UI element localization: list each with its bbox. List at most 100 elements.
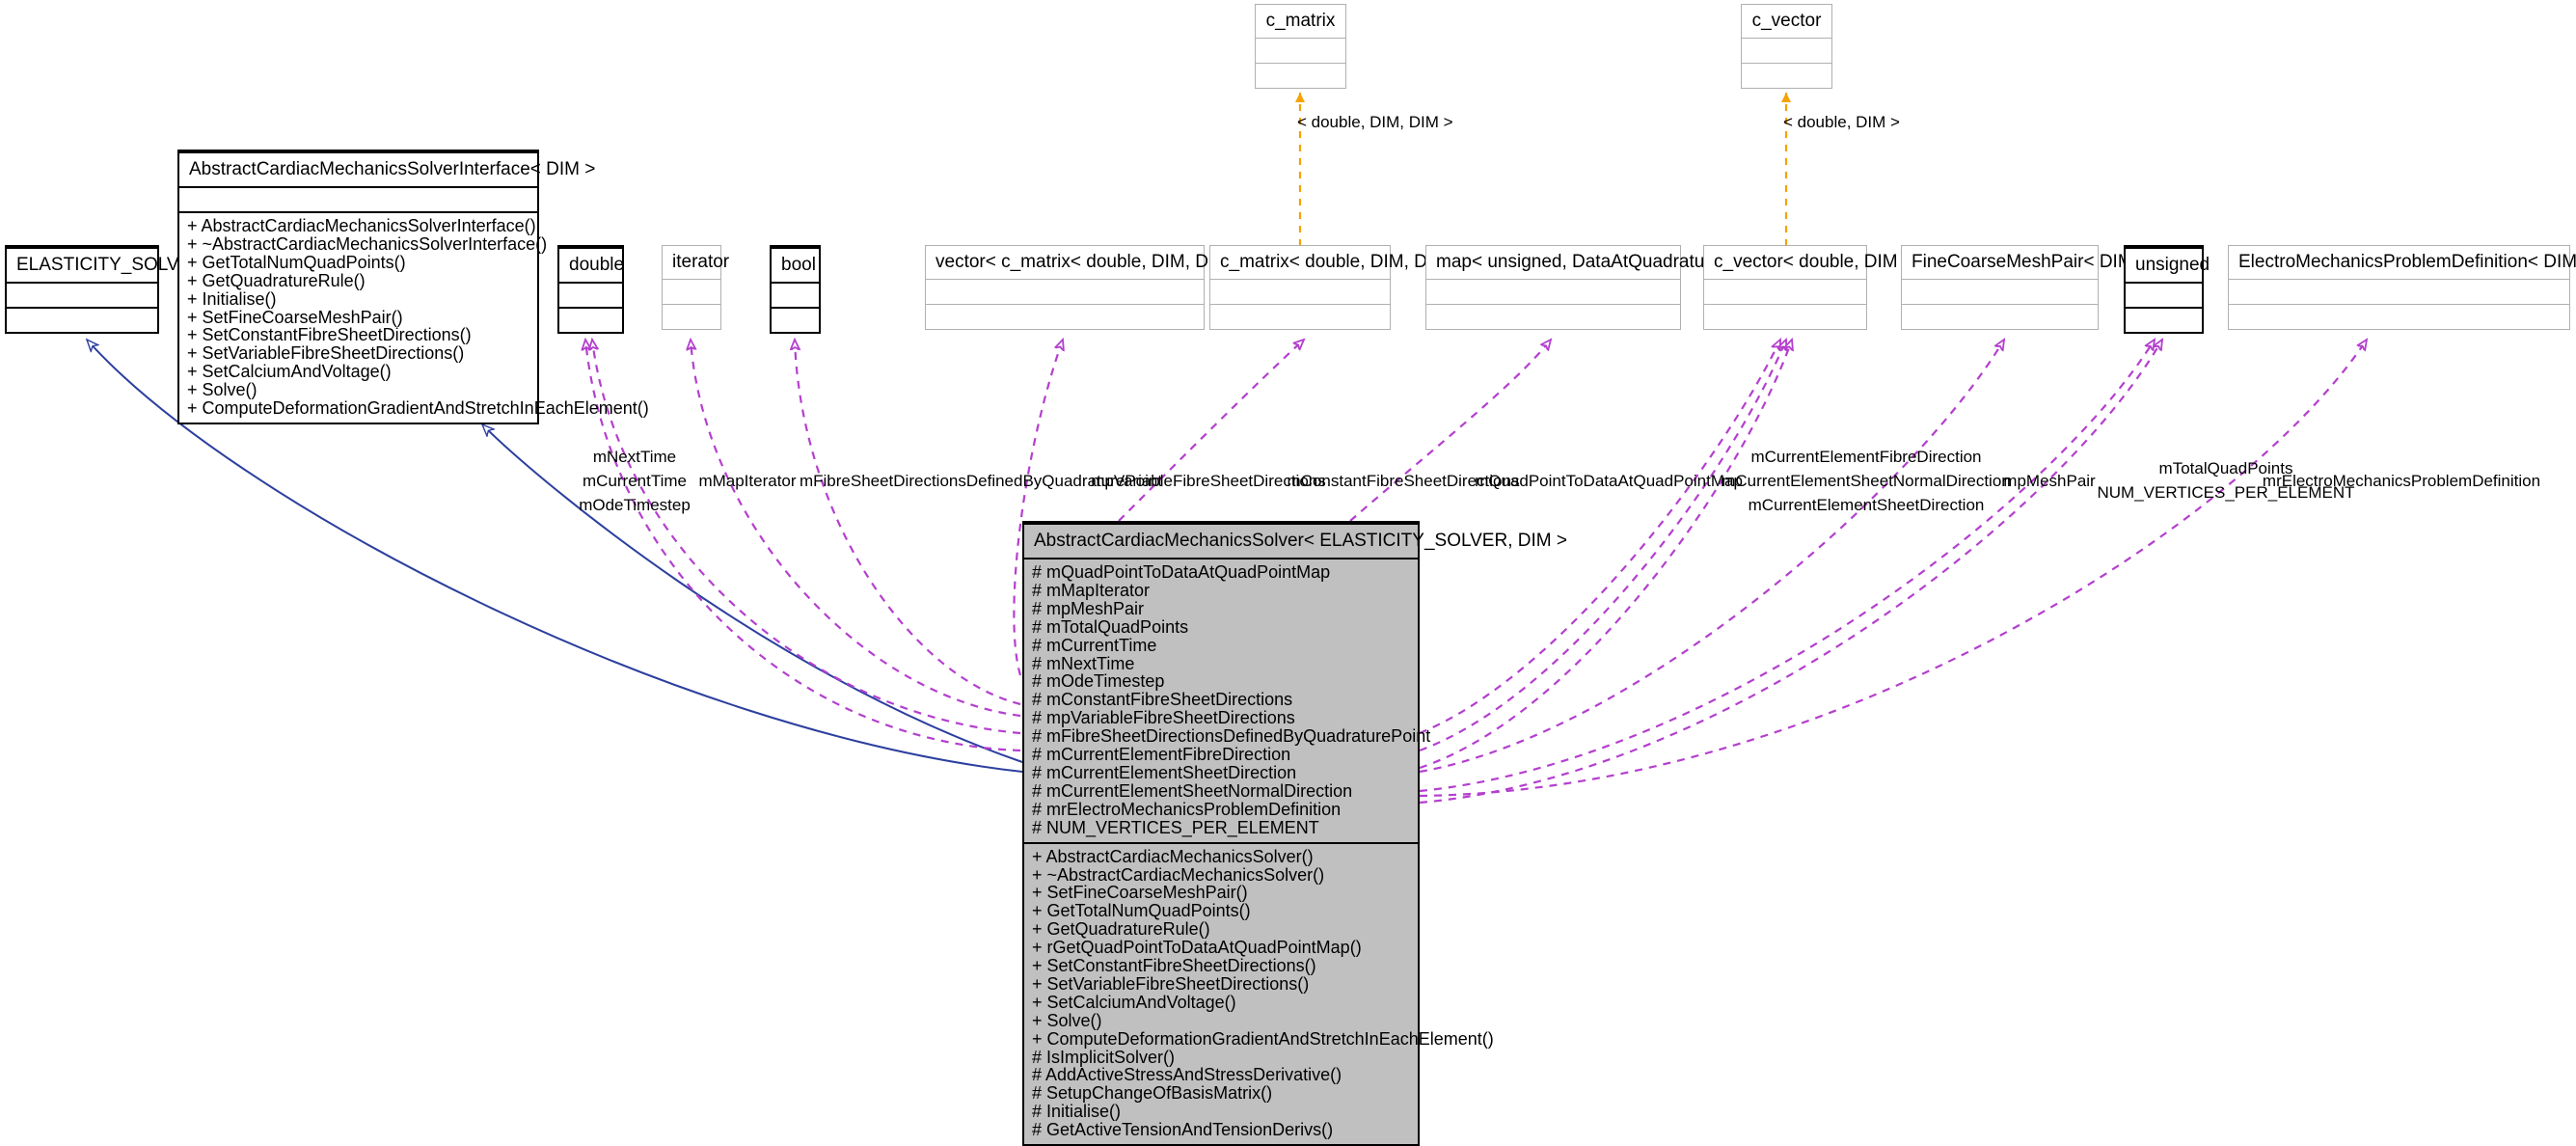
class-box-abstract-cardiac-mechanics-solver[interactable]: AbstractCardiacMechanicsSolver< ELASTICI… xyxy=(1022,521,1567,1146)
class-box-interface[interactable]: AbstractCardiacMechanicsSolverInterface<… xyxy=(177,150,649,424)
class-box-c-vector[interactable]: c_vector xyxy=(1741,4,1832,89)
class-title: bool xyxy=(772,247,819,282)
class-methods xyxy=(2229,304,2569,329)
class-attributes xyxy=(179,186,537,211)
class-attributes xyxy=(1256,38,1345,63)
class-box-unsigned[interactable]: unsigned xyxy=(2124,245,2210,334)
class-box-map-unsigned-data[interactable]: map< unsigned, DataAtQuadraturePoint > xyxy=(1425,245,1778,330)
class-member: + GetTotalNumQuadPoints() xyxy=(1032,901,1251,921)
class-box-c-matrix[interactable]: c_matrix xyxy=(1255,4,1346,89)
class-title: AbstractCardiacMechanicsSolverInterface<… xyxy=(179,151,595,186)
class-title: c_matrix xyxy=(1265,11,1336,31)
class-attributes xyxy=(663,279,720,304)
class-box-double[interactable]: double xyxy=(557,245,624,334)
class-box-fine-coarse-mesh-pair-ptr[interactable]: FineCoarseMeshPair< DIM > * xyxy=(1901,245,2161,330)
class-member: + SetConstantFibreSheetDirections() xyxy=(187,325,472,345)
class-title: iterator xyxy=(672,252,730,272)
class-title: ELASTICITY_SOLVER xyxy=(7,247,204,282)
class-attributes xyxy=(1704,279,1866,304)
class-box-bool[interactable]: bool xyxy=(770,245,821,334)
class-attributes xyxy=(2126,282,2202,307)
class-box-c-matrix-double-dim-dim[interactable]: c_matrix< double, DIM, DIM > xyxy=(1209,245,1464,330)
class-methods xyxy=(772,307,819,332)
class-member: # mOdeTimestep xyxy=(1032,671,1165,692)
edge-use-mesh-pair xyxy=(1419,340,2004,774)
class-methods xyxy=(559,307,622,332)
class-member: # mNextTime xyxy=(1032,653,1135,673)
class-attributes xyxy=(7,282,157,307)
class-member: # Initialise() xyxy=(1032,1102,1122,1122)
edge-label-ode-timestep: mOdeTimestep xyxy=(579,496,691,514)
class-methods xyxy=(926,304,1204,329)
class-box-vector-c-matrix-ptr[interactable]: vector< c_matrix< double, DIM, DIM > > * xyxy=(925,245,1273,330)
edge-label-map-iterator: mMapIterator xyxy=(698,472,797,490)
class-member: + GetQuadratureRule() xyxy=(187,270,366,290)
class-methods: + AbstractCardiacMechanicsSolver() + ~Ab… xyxy=(1024,841,1494,1145)
class-title: double xyxy=(559,247,624,282)
class-member: # mCurrentElementSheetDirection xyxy=(1032,762,1297,782)
class-member: # AddActiveStressAndStressDerivative() xyxy=(1032,1065,1342,1085)
edge-label-cur-elem-fibre: mCurrentElementFibreDirection xyxy=(1750,448,1982,466)
class-member: + Initialise() xyxy=(187,288,277,309)
class-box-iterator[interactable]: iterator xyxy=(662,245,730,330)
edge-use-bool xyxy=(795,340,1021,706)
class-box-elasticity-solver[interactable]: ELASTICITY_SOLVER xyxy=(5,245,204,334)
class-member: + SetConstantFibreSheetDirections() xyxy=(1032,956,1316,976)
class-title: vector< c_matrix< double, DIM, DIM > > * xyxy=(935,252,1273,272)
class-member: # mCurrentElementFibreDirection xyxy=(1032,745,1291,765)
class-member: + ~AbstractCardiacMechanicsSolverInterfa… xyxy=(187,233,548,254)
class-member: # mpMeshPair xyxy=(1032,598,1145,618)
class-member: + ComputeDeformationGradientAndStretchIn… xyxy=(187,398,649,419)
class-member: + Solve() xyxy=(1032,1010,1102,1030)
class-member: + SetFineCoarseMeshPair() xyxy=(1032,883,1248,903)
edge-label-current-time: mCurrentTime xyxy=(583,472,687,490)
edge-use-map xyxy=(1349,340,1551,522)
class-box-c-vector-double-dim[interactable]: c_vector< double, DIM > xyxy=(1703,245,1913,330)
edge-use-double xyxy=(592,340,1021,735)
class-attributes xyxy=(1426,279,1680,304)
class-member: + SetCalciumAndVoltage() xyxy=(1032,992,1236,1012)
edge-label-template-c-matrix: < double, DIM, DIM > xyxy=(1297,113,1453,131)
class-methods: + AbstractCardiacMechanicsSolverInterfac… xyxy=(179,211,649,423)
class-member: # mMapIterator xyxy=(1032,580,1151,600)
class-member: # mCurrentElementSheetNormalDirection xyxy=(1032,780,1353,801)
class-member: + SetFineCoarseMeshPair() xyxy=(187,307,403,327)
class-attributes: # mQuadPointToDataAtQuadPointMap # mMapI… xyxy=(1024,558,1431,842)
class-title: AbstractCardiacMechanicsSolver< ELASTICI… xyxy=(1024,523,1567,558)
class-member: + SetCalciumAndVoltage() xyxy=(187,362,392,382)
class-methods xyxy=(1704,304,1866,329)
class-member: + SetVariableFibreSheetDirections() xyxy=(187,343,465,364)
class-member: # mConstantFibreSheetDirections xyxy=(1032,690,1293,710)
class-member: # mQuadPointToDataAtQuadPointMap xyxy=(1032,562,1331,582)
class-attributes xyxy=(2229,279,2569,304)
class-member: + AbstractCardiacMechanicsSolver() xyxy=(1032,846,1314,866)
class-title: c_matrix< double, DIM, DIM > xyxy=(1220,252,1464,272)
class-title: c_vector xyxy=(1751,11,1822,31)
edge-use-unsigned xyxy=(1419,340,2155,793)
edge-label-cur-elem-sheet: mCurrentElementSheetDirection xyxy=(1748,496,1985,514)
class-methods xyxy=(2126,307,2202,332)
class-member: + ~AbstractCardiacMechanicsSolver() xyxy=(1032,864,1325,885)
class-member: + AbstractCardiacMechanicsSolverInterfac… xyxy=(187,216,536,235)
edge-use-c-vector-3 xyxy=(1419,340,1792,770)
class-member: # mpVariableFibreSheetDirections xyxy=(1032,708,1295,728)
edge-label-next-time: mNextTime xyxy=(592,448,677,466)
class-member: # mFibreSheetDirectionsDefinedByQuadratu… xyxy=(1032,726,1431,747)
class-attributes xyxy=(1210,279,1390,304)
class-title: map< unsigned, DataAtQuadraturePoint > xyxy=(1436,252,1778,272)
class-attributes xyxy=(1742,38,1831,63)
class-methods xyxy=(1902,304,2098,329)
class-methods xyxy=(1426,304,1680,329)
diagram-canvas: c_matrix c_vector < double, DIM, DIM > <… xyxy=(0,0,2576,1146)
edge-use-c-matrix xyxy=(1118,340,1304,522)
class-member: # mTotalQuadPoints xyxy=(1032,616,1189,637)
edge-label-electro-problem-def: mrElectroMechanicsProblemDefinition xyxy=(2262,472,2541,490)
class-methods xyxy=(1210,304,1390,329)
class-attributes xyxy=(559,282,622,307)
edge-label-mesh-pair: mpMeshPair xyxy=(2003,472,2096,490)
class-methods xyxy=(1742,63,1831,88)
class-member: + SetVariableFibreSheetDirections() xyxy=(1032,973,1310,994)
class-member: # SetupChangeOfBasisMatrix() xyxy=(1032,1083,1273,1104)
class-box-electro-problem-def-ref[interactable]: ElectroMechanicsProblemDefinition< DIM >… xyxy=(2228,245,2576,330)
class-title: c_vector< double, DIM > xyxy=(1714,252,1913,272)
